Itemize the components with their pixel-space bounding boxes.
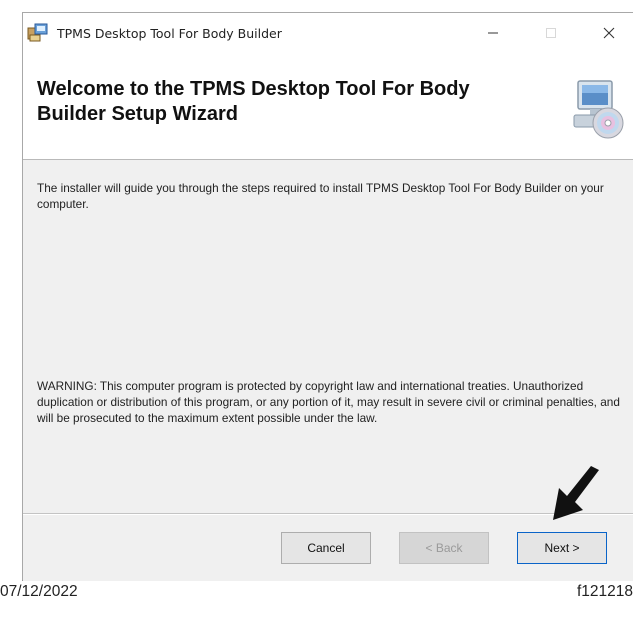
footer-date: 07/12/2022	[0, 583, 78, 600]
title-bar[interactable]: TPMS Desktop Tool For Body Builder	[23, 13, 633, 49]
installer-app-icon	[27, 22, 49, 44]
installer-window: TPMS Desktop Tool For Body Builder Welco…	[22, 12, 633, 581]
maximize-button	[533, 19, 569, 47]
next-button[interactable]: Next >	[517, 532, 607, 564]
window-title: TPMS Desktop Tool For Body Builder	[57, 26, 282, 41]
button-bar: Cancel < Back Next >	[23, 515, 633, 581]
copyright-warning: WARNING: This computer program is protec…	[37, 379, 620, 425]
pointer-arrow-icon	[549, 466, 601, 522]
cancel-button[interactable]: Cancel	[281, 532, 371, 564]
content-panel: The installer will guide you through the…	[23, 160, 633, 514]
button-divider	[23, 513, 633, 514]
minimize-button[interactable]	[475, 19, 511, 47]
figure-code: f121218	[576, 583, 633, 600]
page-title: Welcome to the TPMS Desktop Tool For Bod…	[37, 78, 470, 125]
computer-cd-icon	[568, 79, 624, 141]
header-banner: Welcome to the TPMS Desktop Tool For Bod…	[23, 49, 633, 159]
back-button: < Back	[399, 532, 489, 564]
intro-text: The installer will guide you through the…	[37, 181, 604, 211]
close-button[interactable]	[591, 19, 627, 47]
